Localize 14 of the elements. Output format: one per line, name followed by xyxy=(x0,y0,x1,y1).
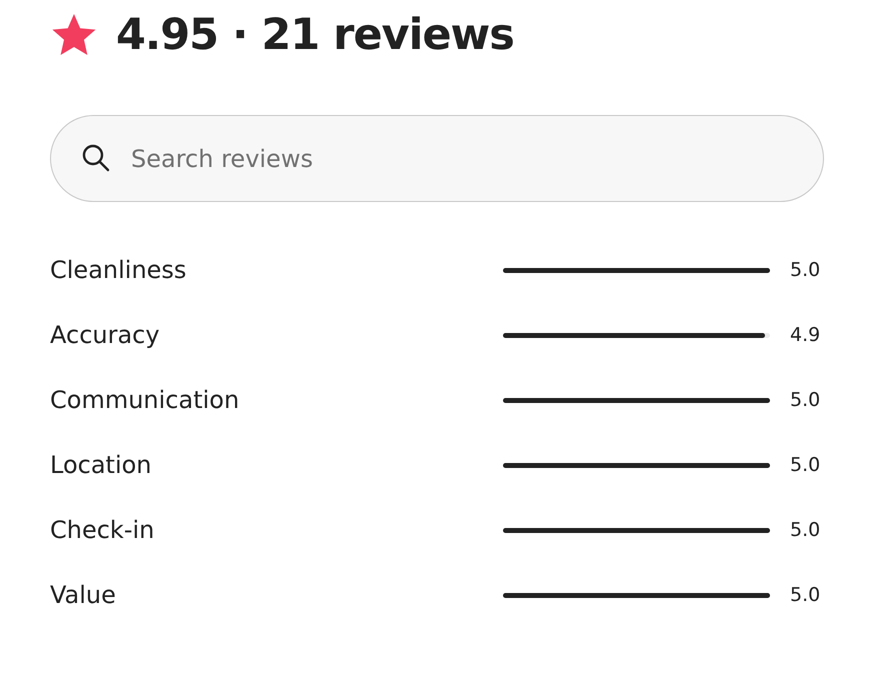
category-label: Location xyxy=(50,451,153,479)
category-label: Check-in xyxy=(50,516,156,544)
rating-score: 5.0 xyxy=(790,584,820,606)
category-label: Cleanliness xyxy=(50,256,188,284)
rating-score: 5.0 xyxy=(790,389,820,411)
search-field[interactable]: Search reviews xyxy=(50,115,824,202)
category-label: Accuracy xyxy=(50,321,161,349)
category-label: Value xyxy=(50,581,117,609)
rating-score: 4.9 xyxy=(790,324,820,346)
rating-summary: 4.95 · 21 reviews xyxy=(116,10,514,60)
rating-score: 5.0 xyxy=(790,519,820,541)
rating-score: 5.0 xyxy=(790,259,820,281)
rating-score: 5.0 xyxy=(790,454,820,476)
category-label: Communication xyxy=(50,386,240,414)
